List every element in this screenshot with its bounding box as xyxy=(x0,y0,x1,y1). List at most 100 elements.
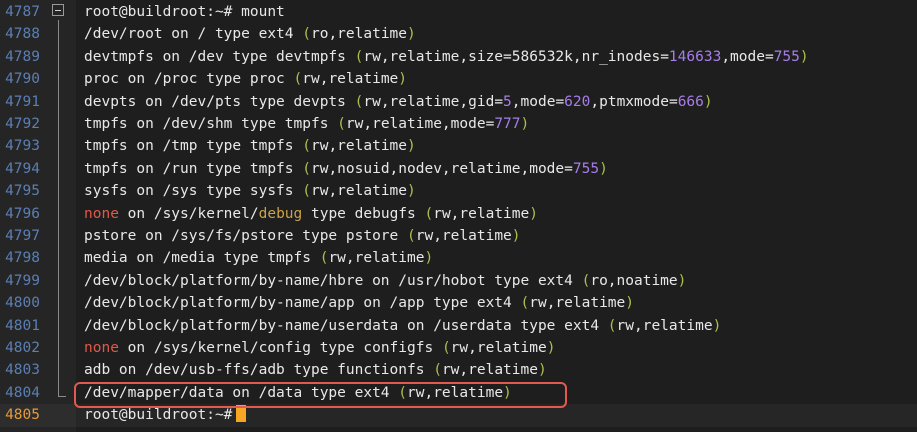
text-segment: rw,relatime xyxy=(616,317,713,334)
text-segment: none xyxy=(84,205,119,222)
text-segment: ) xyxy=(407,26,416,43)
text-segment: ) xyxy=(424,250,434,267)
terminal-line: 4787 root@buildroot:~# mount xyxy=(0,1,917,23)
terminal-line: 4793 tmpfs on /tmp type tmpfs (rw,relatim… xyxy=(0,135,917,157)
text-segment: rw,relatime xyxy=(450,340,547,356)
text-segment: = xyxy=(494,93,504,110)
terminal-line: 4799/dev/block/platform/by-name/hbre on … xyxy=(0,270,917,292)
fold-guide-line xyxy=(58,20,59,397)
line-text: tmpfs on /dev/shm type tmpfs (rw,relatim… xyxy=(84,113,529,135)
text-segment: ( xyxy=(302,183,311,200)
text-segment: ) xyxy=(407,183,416,200)
line-number: 4804 xyxy=(5,384,40,401)
text-segment: sysfs on /sys type sysfs xyxy=(84,183,303,200)
text-segment: pstore on /sys/fs/pstore type pstore xyxy=(84,228,408,244)
line-number: 4790 xyxy=(5,71,40,88)
text-segment: 146633 xyxy=(668,48,722,65)
highlight-box xyxy=(74,382,567,408)
text-segment: = xyxy=(503,48,512,65)
text-segment: ) xyxy=(625,295,634,312)
text-segment: 777 xyxy=(494,116,521,132)
line-number: 4799 xyxy=(5,272,40,289)
text-segment: ) xyxy=(529,205,538,222)
text-segment: = xyxy=(660,48,669,65)
text-segment: ) xyxy=(677,272,687,289)
text-segment: ) xyxy=(546,340,556,356)
text-segment: devpts on /dev/pts type devpts xyxy=(84,93,355,110)
text-segment: on /sys/kernel/ xyxy=(118,205,259,222)
line-text: tmpfs on /run type tmpfs (rw,nosuid,node… xyxy=(84,158,608,180)
text-segment: 586532k,nr_inodes xyxy=(511,48,661,65)
text-segment: ( xyxy=(302,26,311,43)
text-segment: ro,noatime xyxy=(590,272,678,289)
text-segment: tmpfs on /tmp type tmpfs xyxy=(84,138,303,155)
fold-guide-end xyxy=(58,396,66,397)
line-text: /dev/root on / type ext4 (ro,relatime) xyxy=(84,23,416,45)
text-segment: ro,relatime xyxy=(310,26,408,43)
text-segment: rw,relatime,size xyxy=(363,48,504,65)
line-number: 4797 xyxy=(5,228,40,244)
terminal-line: 4803 adb on /dev/usb-ffs/adb type functio… xyxy=(0,359,917,381)
text-segment: /dev/block/platform/by-name/app on /app … xyxy=(84,295,521,312)
line-number: 4802 xyxy=(5,340,40,356)
text-segment: ,ptmxmode xyxy=(590,93,669,110)
text-segment: rw,relatime xyxy=(433,205,530,222)
line-text: media on /media type tmpfs (rw,relatime) xyxy=(84,247,433,269)
line-number: 4792 xyxy=(5,116,40,132)
text-segment: = xyxy=(564,160,573,177)
text-segment: rw,relatime xyxy=(310,183,408,200)
line-text: tmpfs on /tmp type tmpfs (rw,relatime) xyxy=(84,135,416,157)
line-number: 4791 xyxy=(5,93,40,110)
text-segment: = xyxy=(555,93,565,110)
text-segment: ) xyxy=(407,138,416,155)
text-segment: rw,relatime xyxy=(302,71,399,88)
text-segment: ) xyxy=(599,160,608,177)
text-segment: ( xyxy=(433,362,442,379)
line-number: 4800 xyxy=(5,295,40,312)
line-number: 4803 xyxy=(5,362,40,379)
text-segment: rw,relatime,gid xyxy=(363,93,495,110)
text-segment: 755 xyxy=(572,160,600,177)
text-segment: rw,relatime xyxy=(441,362,538,379)
text-segment: ) xyxy=(398,71,408,88)
text-segment: /dev/root on / type ext4 xyxy=(84,26,303,43)
terminal-line: 4802 none on /sys/kernel/config type conf… xyxy=(0,337,917,359)
terminal-line: 4790 proc on /proc type proc (rw,relatime… xyxy=(0,68,917,90)
text-segment: ,mode xyxy=(511,93,556,110)
terminal-line: 4794 tmpfs on /run type tmpfs (rw,nosuid,… xyxy=(0,158,917,180)
text-segment: ( xyxy=(441,340,451,356)
text-segment: ( xyxy=(407,228,416,244)
fold-collapse-icon[interactable] xyxy=(52,4,64,16)
terminal-line: 4795 sysfs on /sys type sysfs (rw,relatim… xyxy=(0,180,917,202)
text-segment: = xyxy=(764,48,774,65)
terminal-line: 4798 media on /media type tmpfs (rw,relat… xyxy=(0,247,917,269)
text-segment: ( xyxy=(424,205,434,222)
line-text: pstore on /sys/fs/pstore type pstore (rw… xyxy=(84,225,521,247)
text-segment: ) xyxy=(799,48,809,65)
terminal-line: 4788/dev/root on / type ext4 (ro,relatim… xyxy=(0,23,917,45)
text-segment: /dev/block/platform/by-name/hbre on /usr… xyxy=(84,272,582,289)
line-number: 4798 xyxy=(5,250,40,267)
text-segment: rw,nosuid,nodev,relatime,mode xyxy=(310,160,565,177)
text-segment: ) xyxy=(511,228,521,244)
line-text: /dev/block/platform/by-name/app on /app … xyxy=(84,292,634,314)
line-text: /dev/block/platform/by-name/userdata on … xyxy=(84,315,721,337)
terminal-line: 4796 none on /sys/kernel/debug type debug… xyxy=(0,203,917,225)
text-segment: tmpfs on /run type tmpfs xyxy=(84,160,303,177)
text-segment: ) xyxy=(520,116,530,132)
text-segment: 620 xyxy=(564,93,591,110)
line-text: none on /sys/kernel/config type configfs… xyxy=(84,337,555,359)
text-segment: ( xyxy=(337,116,346,132)
text-segment: ( xyxy=(607,317,617,334)
line-text: sysfs on /sys type sysfs (rw,relatime) xyxy=(84,180,416,202)
text-segment: 755 xyxy=(773,48,800,65)
text-segment: rw,relatime xyxy=(415,228,512,244)
text-segment: media on /media type tmpfs xyxy=(84,250,320,267)
text-segment: tmpfs on /dev/shm type tmpfs xyxy=(84,116,338,132)
line-number: 4796 xyxy=(5,205,40,222)
line-number: 4787 xyxy=(5,4,40,20)
text-segment: ,mode xyxy=(721,48,765,65)
text-segment: ( xyxy=(302,160,311,177)
line-text: proc on /proc type proc (rw,relatime) xyxy=(84,68,407,90)
text-segment: rw,relatime,mode xyxy=(345,116,486,132)
